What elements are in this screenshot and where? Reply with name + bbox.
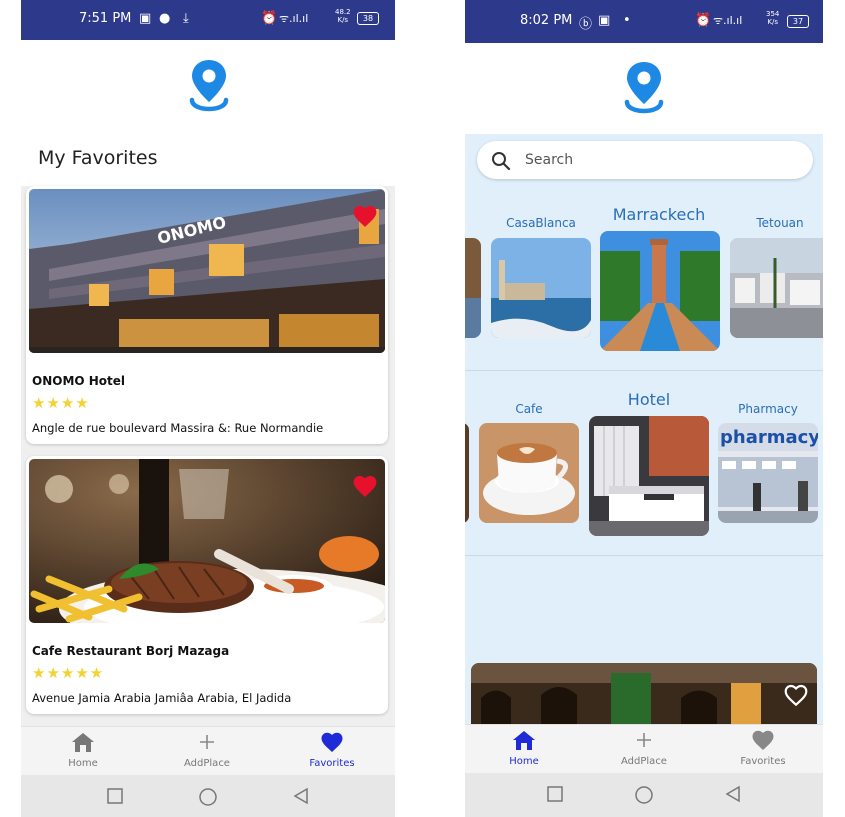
favorites-screen: 7:51 PM ▣ ● ⤓ ⏰ ᯤ.ıl.ıl 48.2 K/s 38 My F… — [21, 0, 395, 817]
status-time: 8:02 PM — [520, 13, 573, 28]
favorites-list: ONOMO ONOMO Hotel ★★★★ Angle de rue boul… — [21, 186, 395, 726]
category-thumbnail-hotel[interactable] — [589, 416, 709, 536]
home-system-icon[interactable] — [634, 785, 654, 805]
city-thumbnail-marrakech[interactable] — [600, 231, 720, 351]
system-navigation-bar — [21, 775, 395, 817]
tab-addplace[interactable]: AddPlace — [594, 729, 694, 767]
city-label: CasaBlanca — [506, 216, 576, 230]
favorite-card[interactable]: Cafe Restaurant Borj Mazaga ★★★★★ Avenue… — [26, 456, 388, 714]
location-pin-logo-icon — [189, 60, 229, 112]
pharmacy-sign: pharmacy — [720, 427, 818, 448]
tab-favorites[interactable]: Favorites — [713, 729, 813, 767]
tab-label: Home — [68, 758, 98, 769]
heart-icon — [752, 730, 774, 750]
place-address: Angle de rue boulevard Massira &: Rue No… — [32, 421, 324, 435]
category-thumbnail-pharmacy[interactable]: pharmacy — [718, 423, 818, 523]
alarm-icon: ⏰ — [261, 11, 278, 26]
rating-stars: ★★★★★ — [32, 664, 105, 682]
tab-label: Favorites — [309, 758, 355, 769]
plus-icon — [637, 733, 651, 747]
net-speed-value: 354 — [766, 10, 780, 18]
city-thumbnail-tetouan[interactable] — [730, 238, 823, 338]
tab-label: AddPlace — [621, 756, 667, 767]
category-thumbnail[interactable] — [465, 423, 469, 523]
notification-icon: ▣ — [598, 13, 611, 28]
favorite-heart-icon[interactable] — [352, 204, 378, 228]
status-bar: 8:02 PM ⓑ ▣ • ⏰ ᯤ.ıl.ıl 354 K/s 37 — [465, 0, 823, 43]
section-divider — [465, 370, 823, 371]
category-label-selected: Hotel — [627, 390, 671, 409]
search-icon — [492, 152, 511, 171]
home-system-icon[interactable] — [198, 787, 218, 807]
dot-icon: • — [623, 13, 631, 28]
search-input[interactable]: Search — [525, 152, 573, 168]
battery-level: 37 — [792, 17, 804, 26]
favorite-card[interactable]: ONOMO ONOMO Hotel ★★★★ Angle de rue boul… — [26, 186, 388, 444]
tab-label: AddPlace — [184, 758, 230, 769]
category-label: Pharmacy — [738, 402, 798, 416]
battery-level: 38 — [362, 14, 374, 23]
home-icon — [72, 733, 94, 752]
rating-stars: ★★★★ — [32, 394, 90, 412]
recents-icon[interactable] — [546, 785, 564, 803]
place-photo: ONOMO — [29, 189, 385, 353]
system-navigation-bar — [465, 773, 823, 817]
app-notification-icon: ⓑ — [579, 17, 593, 32]
bottom-navigation: Home AddPlace Favorites — [21, 726, 395, 777]
city-thumbnail[interactable] — [465, 238, 481, 338]
bottom-navigation: Home AddPlace Favorites — [465, 724, 823, 775]
status-bar: 7:51 PM ▣ ● ⤓ ⏰ ᯤ.ıl.ıl 48.2 K/s 38 — [21, 0, 395, 40]
tab-home[interactable]: Home — [474, 729, 574, 767]
home-icon — [513, 731, 535, 750]
place-photo — [29, 459, 385, 623]
back-icon[interactable] — [724, 785, 742, 803]
status-time: 7:51 PM — [79, 11, 132, 26]
battery-icon: 37 — [787, 15, 809, 28]
location-pin-logo-icon — [624, 62, 664, 114]
home-screen: 8:02 PM ⓑ ▣ • ⏰ ᯤ.ıl.ıl 354 K/s 37 Searc… — [465, 0, 823, 817]
place-name: Cafe Restaurant Borj Mazaga — [32, 644, 230, 658]
tab-favorites[interactable]: Favorites — [282, 731, 382, 769]
favorite-outline-heart-icon[interactable] — [783, 683, 809, 707]
city-thumbnail-casablanca[interactable] — [491, 238, 591, 338]
plus-icon — [200, 735, 214, 749]
signal-icon: ᯤ.ıl.ıl — [279, 12, 309, 25]
net-speed: 354 K/s — [766, 10, 779, 26]
page-title: My Favorites — [38, 147, 158, 169]
net-speed-unit: K/s — [767, 18, 778, 26]
city-label: Tetouan — [756, 216, 804, 230]
category-thumbnail-cafe[interactable] — [479, 423, 579, 523]
signal-icon: ᯤ.ıl.ıl — [713, 14, 743, 27]
category-label: Cafe — [515, 402, 543, 416]
section-divider — [465, 555, 823, 556]
tab-addplace[interactable]: AddPlace — [157, 731, 257, 769]
place-preview-card[interactable] — [471, 663, 817, 725]
recents-icon[interactable] — [106, 787, 124, 805]
alarm-icon: ⏰ — [695, 13, 712, 28]
favorite-heart-icon[interactable] — [352, 474, 378, 498]
heart-icon — [321, 732, 343, 752]
net-speed-unit: K/s — [337, 16, 349, 24]
back-icon[interactable] — [292, 787, 310, 805]
net-speed-value: 48.2 — [335, 8, 351, 16]
search-bar[interactable]: Search — [477, 141, 813, 179]
notification-icon: ▣ — [139, 11, 152, 26]
net-speed: 48.2 K/s — [335, 8, 351, 24]
battery-icon: 38 — [357, 12, 379, 25]
city-label-selected: Marrackech — [612, 205, 706, 224]
tab-label: Favorites — [740, 756, 786, 767]
tab-home[interactable]: Home — [33, 731, 133, 769]
place-address: Avenue Jamia Arabia Jamiâa Arabia, El Ja… — [32, 691, 292, 705]
download-icon: ⤓ — [183, 11, 189, 26]
app-notification-icon: ● — [159, 11, 171, 26]
tab-label: Home — [509, 756, 539, 767]
place-name: ONOMO Hotel — [32, 374, 126, 388]
